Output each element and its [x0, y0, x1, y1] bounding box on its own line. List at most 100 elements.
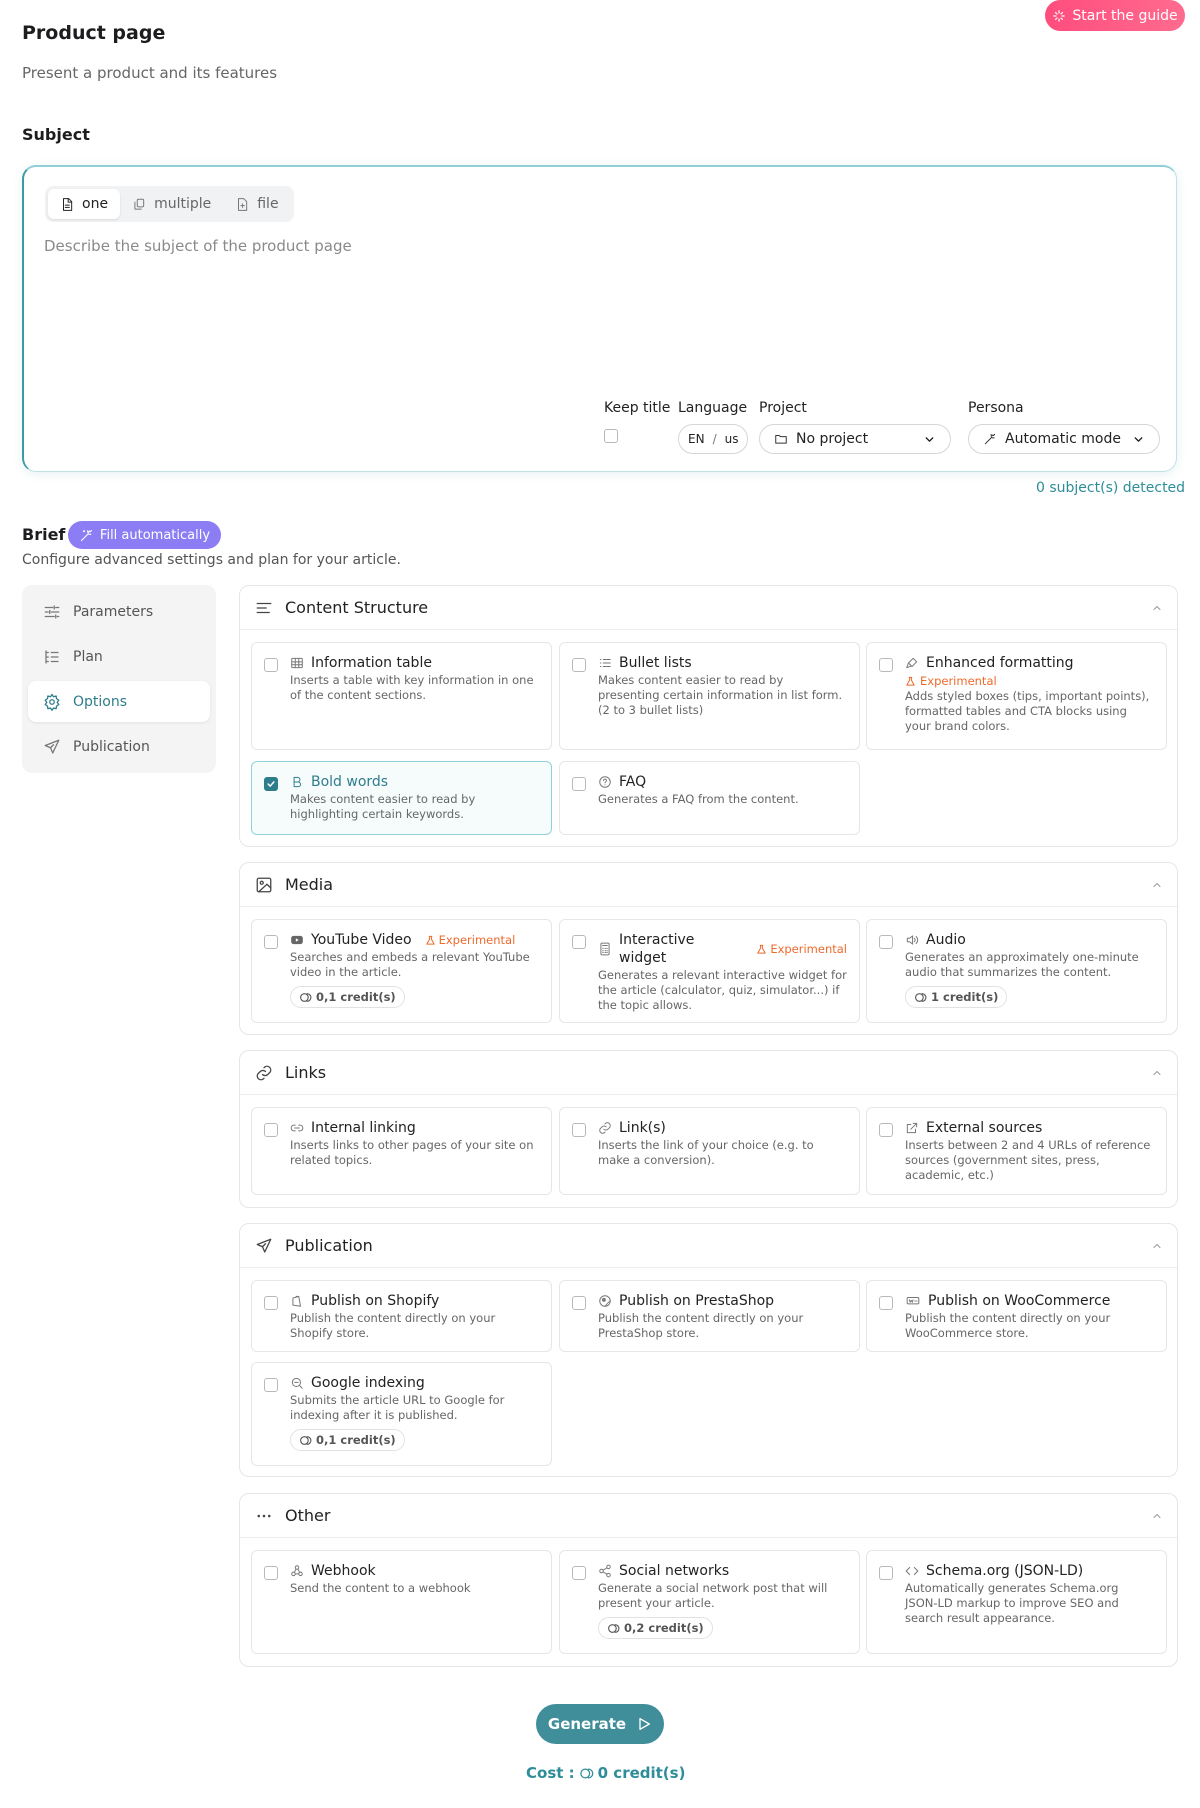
copy-icon	[132, 197, 146, 212]
section-header[interactable]: Other	[240, 1494, 1177, 1538]
checkbox[interactable]	[572, 1296, 586, 1310]
page-title: Product page	[22, 22, 166, 44]
brief-heading: Brief	[22, 525, 66, 544]
section-other: Other Webhook Send the content to a webh…	[239, 1493, 1178, 1667]
magic-wand-icon	[79, 528, 94, 543]
mode-multiple-tab[interactable]: multiple	[120, 189, 223, 219]
section-header[interactable]: Media	[240, 863, 1177, 907]
card-description: Generates a FAQ from the content.	[598, 792, 799, 806]
chevron-up-icon	[1151, 879, 1163, 891]
option-card-google-indexing[interactable]: Google indexing Submits the article URL …	[251, 1362, 552, 1466]
option-card-external-sources[interactable]: External sources Inserts between 2 and 4…	[866, 1107, 1167, 1195]
option-card-interactive-widget[interactable]: Interactive widget Experimental Generates…	[559, 919, 860, 1023]
chevron-up-icon	[1151, 1510, 1163, 1522]
prestashop-icon	[598, 1294, 612, 1308]
card-title: Publish on Shopify	[311, 1293, 440, 1309]
bold-icon	[290, 775, 304, 789]
checkbox[interactable]	[572, 777, 586, 791]
checkbox[interactable]	[879, 1566, 893, 1580]
checkbox[interactable]	[879, 1296, 893, 1310]
option-card-internal-linking[interactable]: Internal linking Inserts links to other …	[251, 1107, 552, 1195]
sidenav-item-options[interactable]: Options	[28, 681, 210, 722]
fill-automatically-label: Fill automatically	[99, 527, 211, 543]
option-card-links[interactable]: Link(s) Inserts the link of your choice …	[559, 1107, 860, 1195]
experimental-badge: Experimental	[756, 940, 847, 958]
credit-value: 0,1 credit(s)	[316, 1433, 396, 1447]
option-card-audio[interactable]: Audio Generates an approximately one-min…	[866, 919, 1167, 1023]
checkbox[interactable]	[572, 1123, 586, 1137]
persona-value: Automatic mode	[1005, 431, 1121, 447]
language-label: Language	[678, 400, 748, 416]
section-media: Media YouTube Video Experimental Searches…	[239, 862, 1178, 1035]
page-description: Present a product and its features	[22, 64, 278, 82]
sidenav-item-publication[interactable]: Publication	[28, 726, 210, 767]
section-header[interactable]: Publication	[240, 1224, 1177, 1268]
sidenav-item-plan[interactable]: Plan	[28, 636, 210, 677]
checkbox[interactable]	[879, 658, 893, 672]
subject-input[interactable]	[44, 237, 1144, 367]
option-card-webhook[interactable]: Webhook Send the content to a webhook	[251, 1550, 552, 1654]
sidenav-item-parameters[interactable]: Parameters	[28, 591, 210, 632]
checkbox[interactable]	[264, 1123, 278, 1137]
section-publication: Publication Publish on Shopify Publish t…	[239, 1223, 1178, 1477]
section-content-structure: Content Structure Information table Inse…	[239, 585, 1178, 847]
generate-button[interactable]: Generate	[536, 1704, 664, 1744]
checkbox[interactable]	[572, 658, 586, 672]
mode-one-tab[interactable]: one	[48, 189, 121, 219]
checkbox-checked[interactable]	[264, 777, 278, 791]
project-dropdown[interactable]: No project	[759, 424, 951, 454]
keep-title-checkbox[interactable]	[604, 429, 618, 443]
list-icon	[598, 656, 612, 670]
card-description: Inserts between 2 and 4 URLs of referenc…	[905, 1138, 1151, 1182]
option-card-bullet-lists[interactable]: Bullet lists Makes content easier to rea…	[559, 642, 860, 750]
checkbox[interactable]	[572, 1566, 586, 1580]
link-icon	[290, 1121, 304, 1135]
card-description: Publish the content directly on your Pre…	[598, 1311, 804, 1340]
card-description: Generates a relevant interactive widget …	[598, 968, 847, 1012]
option-card-social-networks[interactable]: Social networks Generate a social networ…	[559, 1550, 860, 1654]
card-description: Generates an approximately one-minute au…	[905, 950, 1139, 979]
checkbox[interactable]	[264, 1566, 278, 1580]
section-title: Other	[285, 1506, 331, 1525]
fill-automatically-button[interactable]: Fill automatically	[68, 521, 221, 549]
section-header[interactable]: Links	[240, 1051, 1177, 1095]
external-link-icon	[905, 1121, 919, 1135]
more-horizontal-icon	[255, 1507, 273, 1525]
speaker-icon	[905, 933, 919, 947]
option-card-youtube-video[interactable]: YouTube Video Experimental Searches and e…	[251, 919, 552, 1023]
persona-dropdown[interactable]: Automatic mode	[968, 424, 1160, 454]
checkbox[interactable]	[879, 935, 893, 949]
option-card-faq[interactable]: FAQ Generates a FAQ from the content.	[559, 761, 860, 835]
coin-icon	[914, 991, 927, 1004]
option-card-information-table[interactable]: Information table Inserts a table with k…	[251, 642, 552, 750]
card-description: Inserts links to other pages of your sit…	[290, 1138, 534, 1167]
share-icon	[598, 1564, 612, 1578]
start-guide-label: Start the guide	[1072, 7, 1178, 24]
checkbox[interactable]	[264, 1378, 278, 1392]
checkbox[interactable]	[879, 1123, 893, 1137]
subject-mode-switch: one multiple file	[45, 186, 294, 222]
experimental-label: Experimental	[920, 674, 997, 688]
start-guide-button[interactable]: Start the guide	[1045, 0, 1185, 31]
calculator-icon	[598, 942, 612, 956]
option-card-enhanced-formatting[interactable]: Enhanced formatting Experimental Adds st…	[866, 642, 1167, 750]
option-card-publish-woocommerce[interactable]: Publish on WooCommerce Publish the conte…	[866, 1280, 1167, 1352]
option-card-publish-shopify[interactable]: Publish on Shopify Publish the content d…	[251, 1280, 552, 1352]
mode-file-tab[interactable]: file	[223, 189, 290, 219]
card-title: External sources	[926, 1120, 1043, 1136]
woocommerce-icon	[905, 1294, 921, 1308]
option-card-publish-prestashop[interactable]: Publish on PrestaShop Publish the conten…	[559, 1280, 860, 1352]
language-selector[interactable]: EN / us	[678, 424, 749, 454]
gear-icon	[43, 693, 61, 711]
language-code: EN	[688, 432, 705, 446]
card-description: Send the content to a webhook	[290, 1581, 471, 1595]
checkbox[interactable]	[264, 1296, 278, 1310]
option-card-schema-org[interactable]: Schema.org (JSON-LD) Automatically gener…	[866, 1550, 1167, 1654]
checkbox[interactable]	[264, 935, 278, 949]
section-header[interactable]: Content Structure	[240, 586, 1177, 630]
option-card-bold-words[interactable]: Bold words Makes content easier to read …	[251, 761, 552, 835]
checkbox[interactable]	[264, 658, 278, 672]
brief-description: Configure advanced settings and plan for…	[22, 552, 401, 568]
card-title: Bullet lists	[619, 655, 692, 671]
checkbox[interactable]	[572, 935, 586, 949]
